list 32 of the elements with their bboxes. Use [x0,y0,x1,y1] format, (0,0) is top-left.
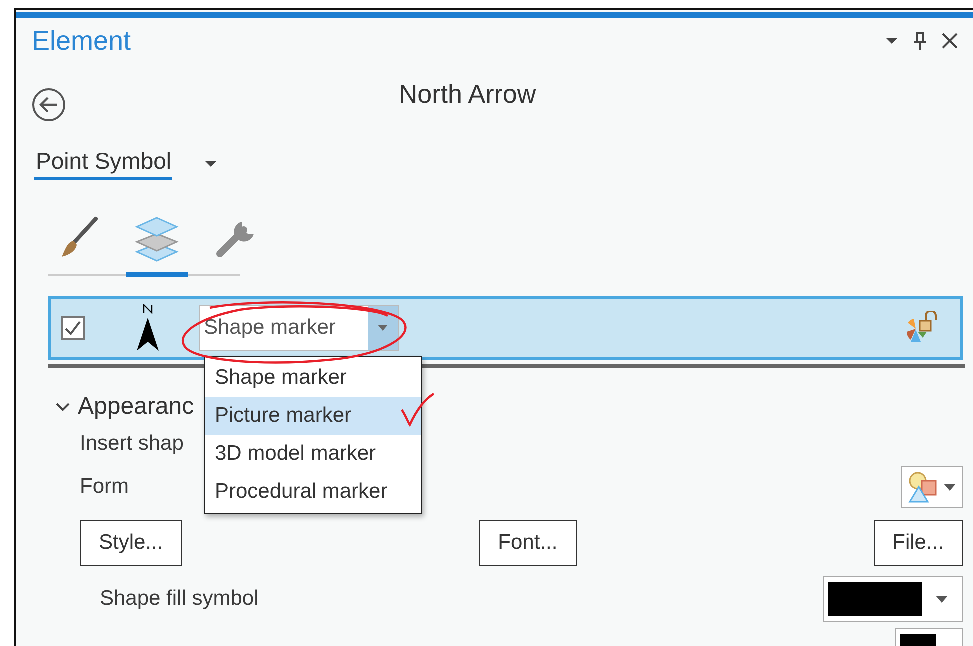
back-icon[interactable] [32,88,66,122]
section-title: Appearanc [78,393,194,421]
menu-item[interactable]: Procedural marker [205,473,421,511]
push-button[interactable]: File... [874,520,963,566]
close-icon[interactable] [941,32,959,50]
panel-title: Element [32,26,132,56]
symbol-type-dropdown[interactable]: Point Symbol [34,148,172,180]
menu-item[interactable]: 3D model marker [205,435,421,473]
checkbox[interactable] [61,316,85,340]
chevron-icon[interactable] [56,402,70,412]
caret-icon [378,325,388,331]
marker-type-dropdown[interactable]: Shape marker [199,305,399,351]
check-annotation [400,392,436,428]
element-heading: North Arrow [398,78,536,110]
layers-icon [134,216,180,262]
color-picker[interactable] [823,576,963,622]
push-button[interactable]: Font... [479,520,577,566]
field-label: Shape fill symbol [100,587,259,611]
caret-icon [936,596,948,602]
field-label: Form [80,475,129,499]
menu-item[interactable]: Picture marker [205,397,421,435]
pin-icon[interactable] [913,31,927,51]
lock-icon[interactable] [904,311,940,345]
menu-item[interactable]: Shape marker [205,359,421,397]
caret-icon[interactable] [885,37,899,45]
caret-icon[interactable] [204,160,218,168]
layer-row[interactable]: Shape marker [48,296,963,360]
field-label: Insert shap [80,432,184,456]
form-picker[interactable] [901,466,963,508]
tab[interactable] [126,216,188,277]
caret-icon [944,484,956,490]
push-button[interactable]: Style... [80,520,182,566]
